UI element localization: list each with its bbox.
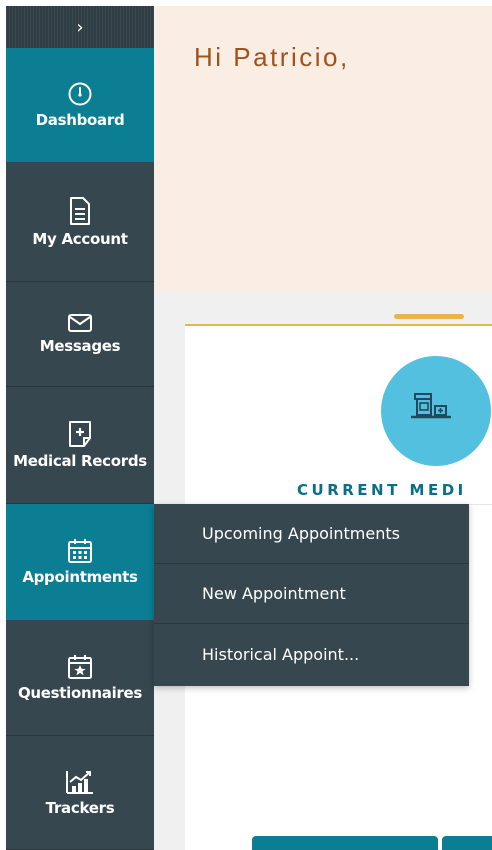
submenu-item-label: New Appointment xyxy=(202,584,346,603)
submenu-item-label: Historical Appoint... xyxy=(202,644,360,664)
card-action-button-secondary[interactable] xyxy=(442,836,492,850)
sidebar-item-questionnaires[interactable]: Questionnaires xyxy=(6,620,154,736)
app-window: › Dashboard My Account Messages Medical … xyxy=(6,6,492,850)
sidebar-item-dashboard[interactable]: Dashboard xyxy=(6,48,154,162)
sidebar-item-label: Dashboard xyxy=(35,110,125,129)
card-action-button[interactable] xyxy=(252,836,438,850)
medical-file-icon xyxy=(69,421,91,447)
tab-indicator xyxy=(394,314,464,319)
chart-icon xyxy=(66,770,93,794)
sidebar-item-appointments[interactable]: Appointments xyxy=(6,504,154,620)
calendar-icon xyxy=(68,538,92,563)
greeting-panel: Hi Patricio, xyxy=(154,6,492,291)
document-icon xyxy=(70,196,90,225)
sidebar-item-label: Questionnaires xyxy=(17,683,143,702)
sidebar-item-label: Messages xyxy=(39,337,121,355)
submenu-item-label: Upcoming Appointments xyxy=(202,524,400,543)
card-title: CURRENT MEDI xyxy=(297,481,467,499)
calendar-star-icon xyxy=(68,654,92,679)
pharmacy-icon xyxy=(411,393,451,419)
sidebar-toggle-button[interactable]: › xyxy=(6,6,154,48)
sidebar-item-trackers[interactable]: Trackers xyxy=(6,736,154,850)
sidebar: › Dashboard My Account Messages Medical … xyxy=(6,6,154,850)
greeting-text: Hi Patricio, xyxy=(194,42,350,72)
sidebar-item-label: Trackers xyxy=(45,798,115,817)
sidebar-item-medical-records[interactable]: Medical Records xyxy=(6,387,154,504)
speedometer-icon xyxy=(68,82,92,105)
sidebar-item-messages[interactable]: Messages xyxy=(6,282,154,387)
card-icon-circle xyxy=(381,356,491,466)
sidebar-item-label: Medical Records xyxy=(13,452,147,470)
submenu-item-upcoming-appointments[interactable]: Upcoming Appointments xyxy=(154,504,469,564)
sidebar-item-label: My Account xyxy=(32,229,128,248)
appointments-submenu: Upcoming Appointments New Appointment Hi… xyxy=(154,504,469,686)
sidebar-item-my-account[interactable]: My Account xyxy=(6,162,154,282)
sidebar-item-label: Appointments xyxy=(22,567,138,586)
chevron-right-icon: › xyxy=(76,16,84,38)
submenu-item-new-appointment[interactable]: New Appointment xyxy=(154,564,469,624)
envelope-icon xyxy=(68,314,92,332)
submenu-item-historical-appointments[interactable]: Historical Appoint... xyxy=(154,624,469,684)
